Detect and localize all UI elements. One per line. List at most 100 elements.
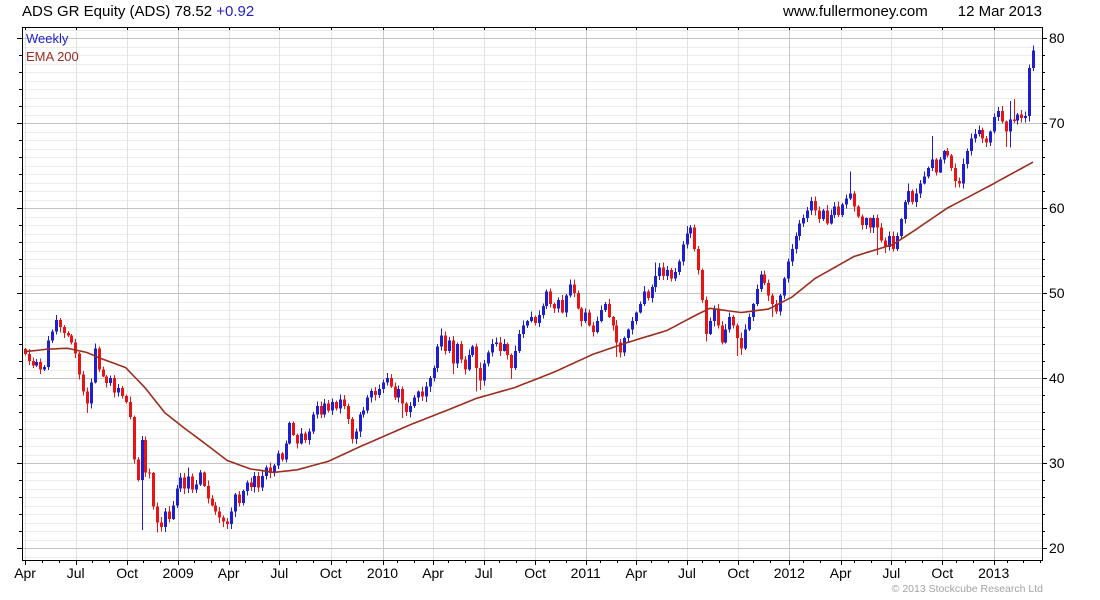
candle-week-182 xyxy=(732,314,735,329)
candle-week-198 xyxy=(795,232,798,254)
candle-week-31 xyxy=(144,436,147,478)
candle-week-84 xyxy=(351,416,354,444)
candle-week-74 xyxy=(312,411,315,435)
candle-week-148 xyxy=(600,305,603,323)
candle-week-29 xyxy=(137,457,140,482)
candle-week-226 xyxy=(904,200,907,224)
candle-week-119 xyxy=(487,350,490,367)
x-tick-label-14-Oct: Oct xyxy=(727,565,749,581)
candle-week-118 xyxy=(483,360,486,386)
candle-week-62 xyxy=(265,465,268,480)
candle-week-164 xyxy=(662,262,665,280)
candle-week-90 xyxy=(374,387,377,401)
candle-week-142 xyxy=(577,290,580,310)
candle-week-143 xyxy=(580,306,583,327)
candle-week-181 xyxy=(728,312,731,333)
candle-week-242 xyxy=(966,148,969,169)
candle-week-258 xyxy=(1028,64,1031,122)
candle-week-250 xyxy=(997,106,1000,121)
candle-week-214 xyxy=(857,205,860,219)
candle-week-233 xyxy=(931,135,934,172)
candle-week-255 xyxy=(1016,112,1019,125)
copyright-notice: © 2013 Stockcube Research Ltd xyxy=(891,583,1043,595)
candle-week-172 xyxy=(693,224,696,252)
candle-week-30 xyxy=(141,436,144,531)
x-tick-label-4-Apr: Apr xyxy=(218,565,240,581)
x-tick-label-5-Jul: Jul xyxy=(270,565,288,581)
candle-week-194 xyxy=(779,294,782,316)
header-right: www.fullermoney.com 12 Mar 2013 xyxy=(783,3,1042,20)
candle-week-249 xyxy=(993,113,996,134)
x-tick-label-3-2009: 2009 xyxy=(163,565,194,581)
candle-week-68 xyxy=(288,421,291,445)
candle-week-14 xyxy=(78,352,81,380)
y-tick-label-20: 20 xyxy=(1049,540,1065,556)
candle-week-151 xyxy=(612,315,615,331)
candle-week-123 xyxy=(503,339,506,352)
candle-week-52 xyxy=(226,517,229,529)
candle-week-131 xyxy=(534,315,537,326)
candle-week-7 xyxy=(51,329,54,344)
candle-week-80 xyxy=(335,400,338,411)
candle-week-217 xyxy=(869,217,872,233)
candle-week-109 xyxy=(448,336,451,353)
candle-week-199 xyxy=(798,219,801,241)
candle-week-92 xyxy=(382,379,385,394)
candle-week-259 xyxy=(1032,45,1035,72)
candle-week-170 xyxy=(686,225,689,249)
candle-week-12 xyxy=(70,333,73,345)
candle-week-188 xyxy=(756,284,759,306)
candle-week-166 xyxy=(670,267,673,282)
candle-week-201 xyxy=(806,206,809,223)
y-tick-label-30: 30 xyxy=(1049,455,1065,471)
candle-week-254 xyxy=(1013,99,1016,124)
candle-week-57 xyxy=(246,480,249,496)
candle-week-138 xyxy=(561,295,564,314)
candle-week-205 xyxy=(822,208,825,222)
candle-week-115 xyxy=(471,345,474,358)
x-tick-label-7-2010: 2010 xyxy=(367,565,398,581)
x-tick-label-10-Oct: Oct xyxy=(524,565,546,581)
candle-week-104 xyxy=(429,376,432,392)
x-tick-label-2-Oct: Oct xyxy=(116,565,138,581)
candle-week-47 xyxy=(207,480,210,504)
candle-week-9 xyxy=(59,317,62,333)
y-tick-label-40: 40 xyxy=(1049,370,1065,386)
x-tick-label-12-Apr: Apr xyxy=(625,565,647,581)
candle-week-97 xyxy=(401,386,404,418)
candle-week-33 xyxy=(152,471,155,510)
x-tick-label-15-2012: 2012 xyxy=(774,565,805,581)
x-tick-label-17-Jul: Jul xyxy=(882,565,900,581)
candle-week-45 xyxy=(199,470,202,487)
candle-week-227 xyxy=(907,183,910,205)
candle-week-221 xyxy=(884,237,887,254)
candle-week-60 xyxy=(257,472,260,492)
candle-week-141 xyxy=(573,279,576,297)
y-tick-label-70: 70 xyxy=(1049,115,1065,131)
candle-week-46 xyxy=(203,471,206,487)
candle-week-247 xyxy=(985,135,988,147)
candle-week-24 xyxy=(117,384,120,397)
candle-week-102 xyxy=(421,386,424,402)
candle-week-139 xyxy=(565,293,568,317)
candle-week-67 xyxy=(285,440,288,463)
candle-week-225 xyxy=(900,217,903,239)
candle-week-171 xyxy=(689,225,692,238)
x-tick-label-18-Oct: Oct xyxy=(931,565,953,581)
candle-week-241 xyxy=(962,158,965,189)
candle-week-73 xyxy=(308,428,311,445)
candle-week-152 xyxy=(615,320,618,357)
candle-week-22 xyxy=(109,375,112,386)
candle-week-28 xyxy=(133,415,136,464)
candle-week-125 xyxy=(510,353,513,379)
candle-week-161 xyxy=(651,284,654,303)
candle-week-231 xyxy=(923,171,926,185)
candle-week-100 xyxy=(413,395,416,409)
candle-week-110 xyxy=(452,335,455,374)
candle-week-146 xyxy=(592,322,595,337)
candle-week-235 xyxy=(939,156,942,174)
candle-week-43 xyxy=(191,473,194,494)
candle-week-162 xyxy=(654,262,657,292)
candle-week-32 xyxy=(148,468,151,479)
candle-week-66 xyxy=(281,451,284,462)
